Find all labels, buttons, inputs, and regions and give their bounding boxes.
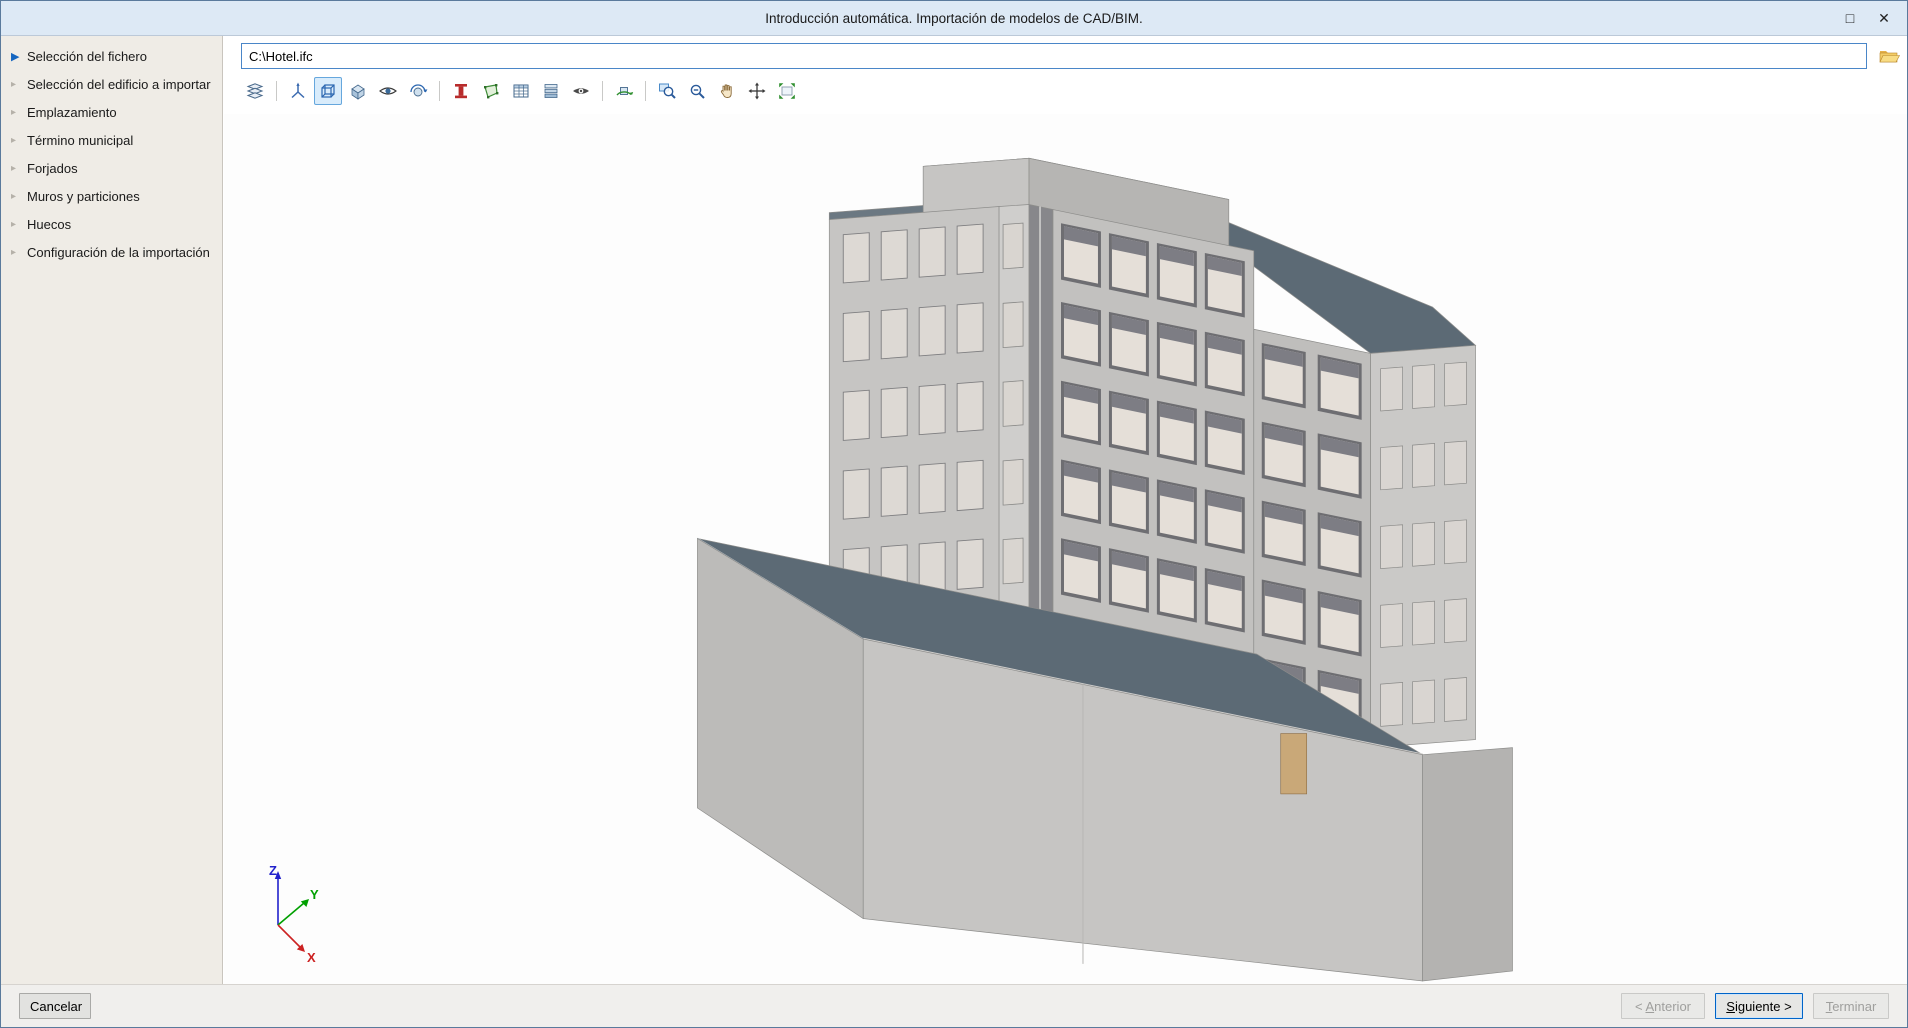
window-title: Introducción automática. Importación de …: [765, 10, 1143, 26]
wizard-steps-sidebar: ▶ Selección del fichero ▸ Selección del …: [1, 36, 223, 985]
titlebar: Introducción automática. Importación de …: [1, 1, 1907, 36]
step-label: Selección del edificio a importar: [27, 76, 211, 92]
step-label: Término municipal: [27, 132, 134, 148]
view-3d-icon[interactable]: [314, 77, 342, 105]
step-label: Configuración de la importación: [27, 244, 210, 260]
step-bullet-icon: ▸: [11, 106, 17, 118]
y-axis-label: Y: [310, 887, 319, 902]
bottom-bar: Cancelar < Anterior Siguiente > Terminar: [1, 984, 1907, 1027]
open-folder-icon: [1879, 51, 1900, 63]
sidebar-item-termino-municipal[interactable]: ▸ Término municipal: [1, 126, 222, 154]
sidebar-item-muros-particiones[interactable]: ▸ Muros y particiones: [1, 182, 222, 210]
sidebar-item-seleccion-fichero[interactable]: ▶ Selección del fichero: [1, 42, 222, 70]
step-bullet-icon: ▸: [11, 246, 17, 258]
fit-window-icon[interactable]: [773, 77, 801, 105]
step-label: Emplazamiento: [27, 104, 117, 120]
file-path-input[interactable]: [241, 43, 1867, 69]
toolbar-separator: [645, 81, 646, 101]
hide-elements-icon[interactable]: [567, 77, 595, 105]
view-toolbar: [241, 77, 801, 105]
step-bullet-icon: ▸: [11, 134, 17, 146]
sidebar-item-configuracion-importacion[interactable]: ▸ Configuración de la importación: [1, 238, 222, 266]
step-bullet-icon: ▸: [11, 78, 17, 90]
sidebar-item-forjados[interactable]: ▸ Forjados: [1, 154, 222, 182]
pan-icon[interactable]: [713, 77, 741, 105]
solid-view-icon[interactable]: [344, 77, 372, 105]
window-controls: □ ✕: [1833, 1, 1901, 35]
sidebar-item-huecos[interactable]: ▸ Huecos: [1, 210, 222, 238]
rotate-3d-icon[interactable]: [610, 77, 638, 105]
ucs-axes-icon[interactable]: [284, 77, 312, 105]
step-label: Huecos: [27, 216, 72, 232]
x-axis-label: X: [307, 950, 316, 963]
column-red-icon[interactable]: [447, 77, 475, 105]
layers-stack-icon[interactable]: [537, 77, 565, 105]
model-viewport[interactable]: Z Y X: [224, 114, 1907, 985]
next-button[interactable]: Siguiente >: [1715, 993, 1803, 1019]
sidebar-item-seleccion-edificio[interactable]: ▸ Selección del edificio a importar: [1, 70, 222, 98]
building-model: [697, 157, 1513, 982]
axes-indicator: Z Y X: [269, 863, 319, 963]
zoom-window-icon[interactable]: [653, 77, 681, 105]
finish-button: Terminar: [1813, 993, 1889, 1019]
active-step-arrow-icon: ▶: [11, 50, 20, 63]
step-bullet-icon: ▸: [11, 162, 17, 174]
sidebar-item-emplazamiento[interactable]: ▸ Emplazamiento: [1, 98, 222, 126]
toolbar-separator: [602, 81, 603, 101]
browse-file-button[interactable]: [1875, 44, 1903, 68]
step-label: Selección del fichero: [27, 48, 147, 64]
z-axis-label: Z: [269, 863, 277, 878]
step-label: Forjados: [27, 160, 78, 176]
cancel-button[interactable]: Cancelar: [19, 993, 91, 1019]
file-row: [241, 43, 1900, 69]
entrance-door: [1280, 733, 1308, 795]
layers-icon[interactable]: [241, 77, 269, 105]
step-bullet-icon: ▸: [11, 190, 17, 202]
table-icon[interactable]: [507, 77, 535, 105]
center-icon[interactable]: [743, 77, 771, 105]
maximize-button[interactable]: □: [1833, 4, 1867, 32]
step-label: Muros y particiones: [27, 188, 140, 204]
orbit-icon[interactable]: [404, 77, 432, 105]
previous-button: < Anterior: [1621, 993, 1705, 1019]
toolbar-separator: [276, 81, 277, 101]
area-green-icon[interactable]: [477, 77, 505, 105]
zoom-out-icon[interactable]: [683, 77, 711, 105]
import-wizard-dialog: { "window": { "title": "Introducción aut…: [0, 0, 1908, 1028]
step-bullet-icon: ▸: [11, 218, 17, 230]
eye-icon[interactable]: [374, 77, 402, 105]
content-area: Z Y X: [224, 36, 1907, 985]
toolbar-separator: [439, 81, 440, 101]
close-button[interactable]: ✕: [1867, 4, 1901, 32]
